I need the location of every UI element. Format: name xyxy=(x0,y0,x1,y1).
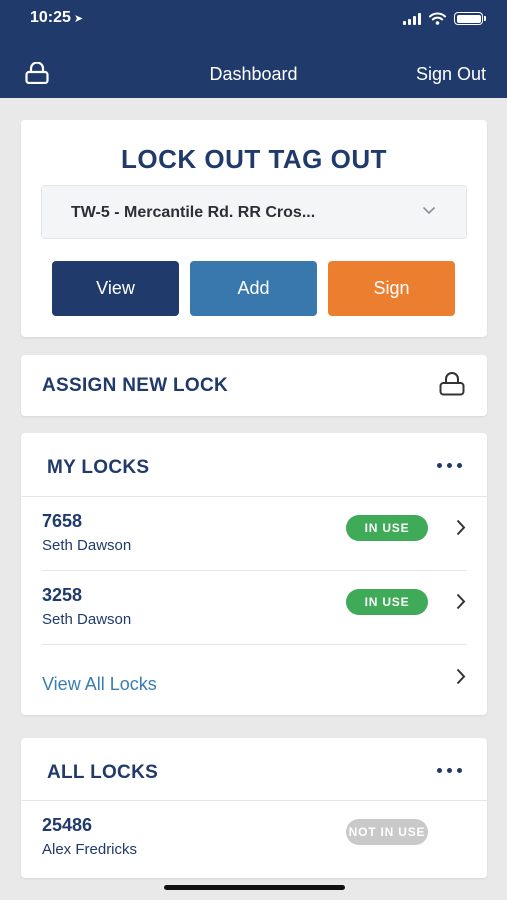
app-header: 10:25 ➤ Dashboard Sign Out xyxy=(0,0,507,98)
assign-new-lock-label: ASSIGN NEW LOCK xyxy=(42,375,229,396)
status-time-text: 10:25 xyxy=(30,9,71,26)
all-locks-card: ALL LOCKS 25486 Alex Fredricks NOT IN US… xyxy=(21,738,487,878)
chevron-down-icon xyxy=(422,206,436,215)
more-options-icon[interactable] xyxy=(437,463,462,468)
status-icons xyxy=(403,12,486,25)
location-arrow-icon: ➤ xyxy=(73,13,84,25)
chevron-right-icon xyxy=(456,593,466,610)
lock-row[interactable]: 3258 Seth Dawson IN USE xyxy=(21,571,487,643)
cellular-signal-icon xyxy=(403,12,421,25)
lock-owner: Seth Dawson xyxy=(42,611,132,628)
home-indicator[interactable] xyxy=(164,885,345,890)
lock-row[interactable]: 7658 Seth Dawson IN USE xyxy=(21,497,487,569)
status-badge: IN USE xyxy=(346,515,428,541)
battery-icon xyxy=(454,12,486,25)
lock-row[interactable]: 25486 Alex Fredricks NOT IN USE xyxy=(21,801,487,873)
lock-id: 7658 xyxy=(42,511,83,531)
status-badge: IN USE xyxy=(346,589,428,615)
my-locks-title: MY LOCKS xyxy=(47,457,150,478)
all-locks-title: ALL LOCKS xyxy=(47,762,159,783)
my-locks-card: MY LOCKS 7658 Seth Dawson IN USE 3258 Se… xyxy=(21,433,487,715)
location-select-value: TW-5 - Mercantile Rd. RR Cros... xyxy=(71,204,316,221)
sign-out-button[interactable]: Sign Out xyxy=(416,64,486,85)
lock-owner: Alex Fredricks xyxy=(42,841,138,858)
more-options-icon[interactable] xyxy=(437,768,462,773)
view-button[interactable]: View xyxy=(52,261,179,316)
view-all-locks-link[interactable]: View All Locks xyxy=(42,674,157,695)
status-badge: NOT IN USE xyxy=(346,819,428,845)
lock-id: 25486 xyxy=(42,815,93,835)
sign-button[interactable]: Sign xyxy=(328,261,455,316)
loto-title: LOCK OUT TAG OUT xyxy=(120,144,388,174)
lock-icon xyxy=(439,372,465,396)
loto-card: LOCK OUT TAG OUT TW-5 - Mercantile Rd. R… xyxy=(21,120,487,337)
chevron-right-icon[interactable] xyxy=(456,668,466,685)
location-select[interactable]: TW-5 - Mercantile Rd. RR Cros... xyxy=(41,185,467,239)
wifi-icon xyxy=(429,12,446,25)
chevron-right-icon xyxy=(456,519,466,536)
lock-id: 3258 xyxy=(42,585,83,605)
add-button[interactable]: Add xyxy=(190,261,317,316)
status-time: 10:25 ➤ xyxy=(30,9,83,27)
assign-new-lock-button[interactable]: ASSIGN NEW LOCK xyxy=(21,355,487,416)
divider xyxy=(42,644,467,645)
lock-owner: Seth Dawson xyxy=(42,537,132,554)
